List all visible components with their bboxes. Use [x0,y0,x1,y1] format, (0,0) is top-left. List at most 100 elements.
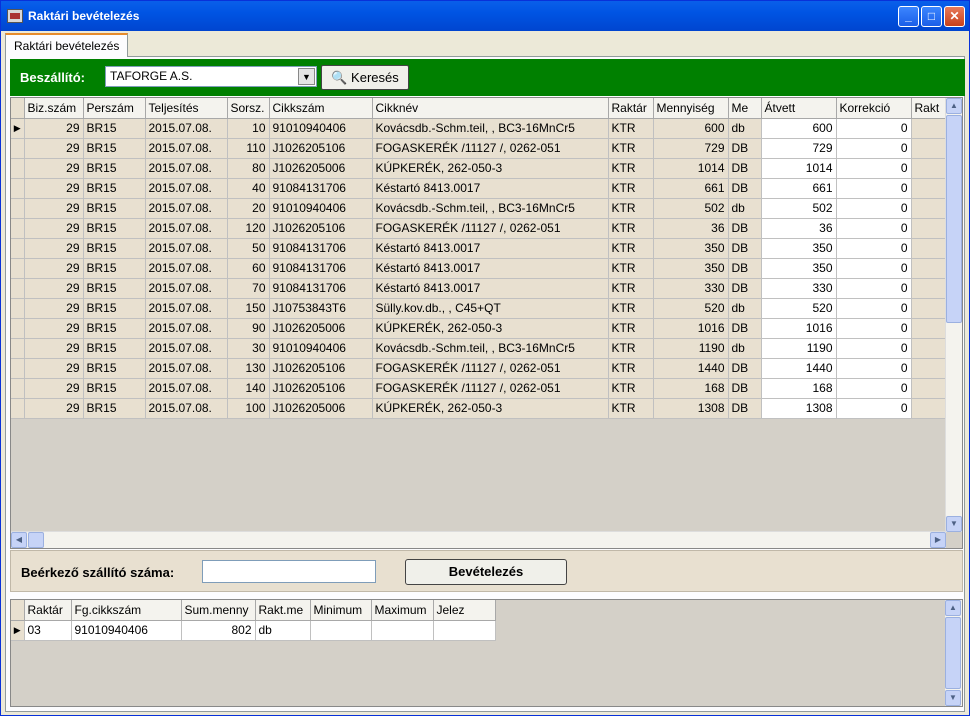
table-cell[interactable]: DB [728,238,762,259]
table-cell[interactable] [911,338,946,359]
table-cell[interactable]: 1440 [653,358,729,379]
table-cell[interactable]: BR15 [83,238,146,259]
table-cell[interactable]: 2015.07.08. [145,398,228,419]
summary-vertical-scrollbar[interactable]: ▲ ▼ [945,600,962,706]
table-cell[interactable]: DB [728,158,762,179]
table-cell[interactable]: 29 [24,118,84,139]
table-row[interactable]: ▶ 03 91010940406 802 db [11,620,496,641]
row-indicator[interactable] [11,138,25,159]
table-cell[interactable]: 91010940406 [269,118,373,139]
column-header[interactable]: Raktár [24,600,72,621]
table-cell[interactable] [911,298,946,319]
table-cell[interactable]: 70 [227,278,270,299]
table-cell[interactable]: Késtartó 8413.0017 [372,258,609,279]
receive-button[interactable]: Bevételezés [405,559,567,585]
table-cell[interactable] [310,620,372,641]
scroll-up-icon[interactable]: ▲ [946,98,962,114]
table-cell[interactable]: J1026205106 [269,358,373,379]
table-cell[interactable] [911,198,946,219]
table-cell[interactable]: KTR [608,238,654,259]
maximize-button[interactable]: □ [921,6,942,27]
row-indicator[interactable] [11,298,25,319]
table-row[interactable]: 29 BR15 2015.07.08. 150 J10753843T6 Sülly.kov… [11,298,946,319]
table-cell[interactable]: 0 [836,358,912,379]
table-cell[interactable]: J1026205006 [269,318,373,339]
table-cell[interactable]: J1026205006 [269,158,373,179]
table-cell[interactable]: KÚPKERÉK, 262-050-3 [372,398,609,419]
minimize-button[interactable]: _ [898,6,919,27]
table-row[interactable]: 29 BR15 2015.07.08. 100 J1026205006 KÚPKERÉK,… [11,398,946,419]
table-cell[interactable]: DB [728,398,762,419]
title-bar[interactable]: Raktári bevételezés _ □ ✕ [1,1,969,31]
table-cell[interactable]: 0 [836,398,912,419]
table-cell[interactable]: 350 [653,258,729,279]
table-cell[interactable] [911,278,946,299]
table-cell[interactable]: 10 [227,118,270,139]
table-cell[interactable]: KTR [608,378,654,399]
table-cell[interactable]: BR15 [83,318,146,339]
table-cell[interactable] [911,178,946,199]
column-header[interactable]: Rakt [911,98,946,119]
table-cell[interactable]: BR15 [83,158,146,179]
table-row[interactable]: ▶ 29 BR15 2015.07.08. 10 91010940406 Kovácsdb.… [11,118,946,139]
column-header[interactable]: Maximum [371,600,434,621]
column-header[interactable]: Biz.szám [24,98,84,119]
table-row[interactable]: 29 BR15 2015.07.08. 50 91084131706 Késtartó 8… [11,238,946,259]
table-cell[interactable]: 350 [761,258,837,279]
table-row[interactable]: 29 BR15 2015.07.08. 70 91084131706 Késtartó 8… [11,278,946,299]
table-cell[interactable]: KTR [608,398,654,419]
column-header[interactable]: Cikkszám [269,98,373,119]
table-cell[interactable]: DB [728,358,762,379]
table-cell[interactable]: 661 [761,178,837,199]
tab-raktari-bevetelezes[interactable]: Raktári bevételezés [5,33,129,57]
receipt-grid[interactable]: Biz.szám Perszám Teljesítés Sorsz. Cikkszám C… [10,97,963,549]
table-cell[interactable]: DB [728,258,762,279]
column-header[interactable]: Minimum [310,600,372,621]
column-header[interactable]: Sum.menny [181,600,256,621]
table-cell[interactable]: BR15 [83,278,146,299]
table-cell[interactable]: BR15 [83,118,146,139]
table-cell[interactable]: 29 [24,178,84,199]
table-cell[interactable]: J10753843T6 [269,298,373,319]
table-row[interactable]: 29 BR15 2015.07.08. 60 91084131706 Késtartó 8… [11,258,946,279]
table-cell[interactable]: 0 [836,198,912,219]
table-cell[interactable]: KÚPKERÉK, 262-050-3 [372,318,609,339]
table-cell[interactable]: 91010940406 [269,198,373,219]
table-cell[interactable]: 0 [836,218,912,239]
table-cell[interactable]: 0 [836,258,912,279]
table-cell[interactable]: 29 [24,138,84,159]
table-cell[interactable]: 2015.07.08. [145,358,228,379]
table-row[interactable]: 29 BR15 2015.07.08. 140 J1026205106 FOGASKERÉ… [11,378,946,399]
table-cell[interactable]: KÚPKERÉK, 262-050-3 [372,158,609,179]
column-header[interactable]: Teljesítés [145,98,228,119]
column-header[interactable]: Me [728,98,762,119]
table-cell[interactable]: 36 [653,218,729,239]
summary-grid[interactable]: Raktár Fg.cikkszám Sum.menny Rakt.me Minimum… [10,599,963,707]
table-cell[interactable]: Kovácsdb.-Schm.teil, , BC3-16MnCr5 [372,118,609,139]
row-indicator[interactable] [11,258,25,279]
column-header[interactable]: Sorsz. [227,98,270,119]
search-button[interactable]: 🔍 Keresés [321,65,409,90]
current-row-indicator-icon[interactable]: ▶ [11,620,25,641]
row-indicator[interactable] [11,278,25,299]
table-cell[interactable] [911,378,946,399]
table-cell[interactable]: 100 [227,398,270,419]
current-row-indicator-icon[interactable]: ▶ [11,118,25,139]
table-cell[interactable]: 29 [24,278,84,299]
row-indicator[interactable] [11,398,25,419]
table-cell[interactable]: 90 [227,318,270,339]
table-cell[interactable]: 2015.07.08. [145,118,228,139]
table-cell[interactable]: 1190 [761,338,837,359]
table-row[interactable]: 29 BR15 2015.07.08. 90 J1026205006 KÚPKERÉK, … [11,318,946,339]
table-cell[interactable]: 2015.07.08. [145,338,228,359]
table-cell[interactable]: 29 [24,198,84,219]
table-cell[interactable]: 50 [227,238,270,259]
table-cell[interactable]: 0 [836,278,912,299]
table-cell[interactable]: KTR [608,198,654,219]
table-cell[interactable]: KTR [608,218,654,239]
table-cell[interactable]: 0 [836,238,912,259]
table-cell[interactable]: 2015.07.08. [145,158,228,179]
table-cell[interactable]: 330 [761,278,837,299]
table-cell[interactable]: 120 [227,218,270,239]
scroll-thumb[interactable] [946,115,962,323]
